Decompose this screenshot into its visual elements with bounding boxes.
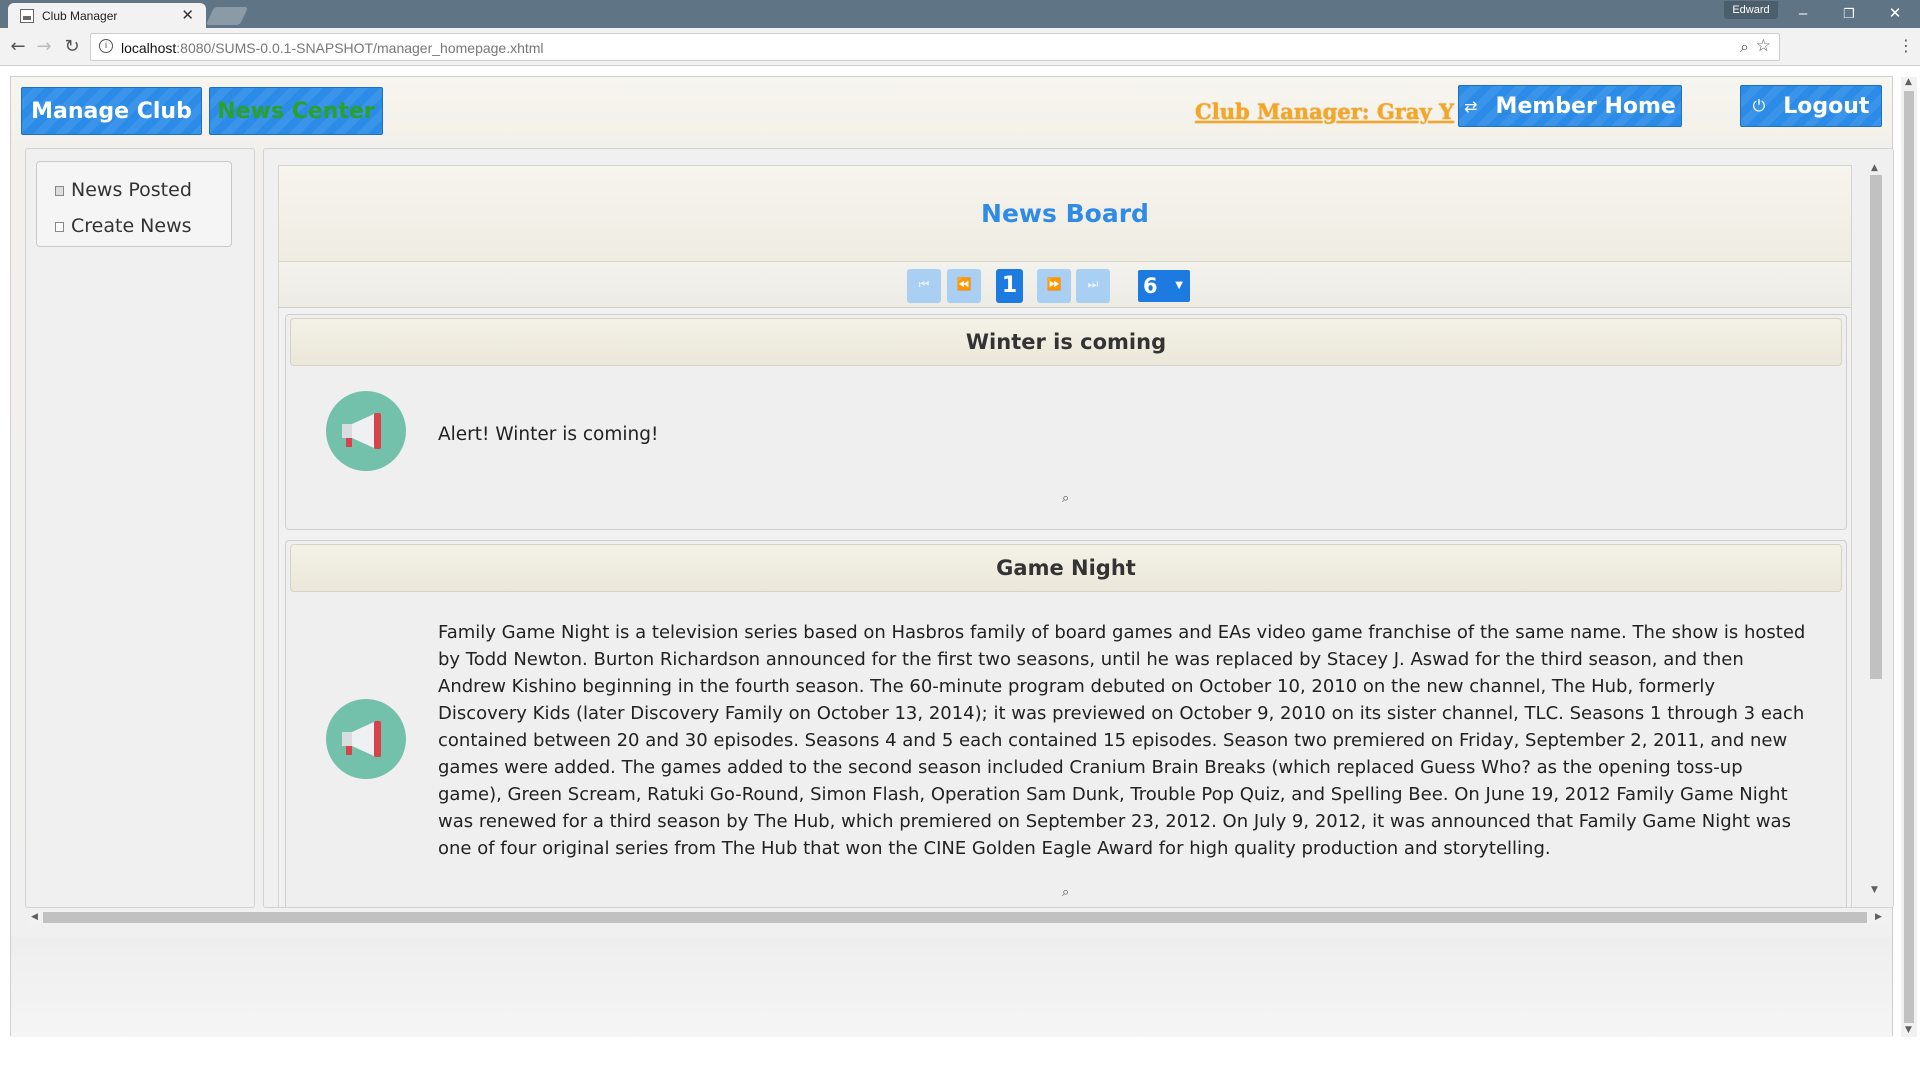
scroll-down-icon[interactable]: ▼ [1871, 885, 1878, 895]
news-center-button[interactable]: News Center [209, 87, 383, 135]
logout-button[interactable]: ⏻ Logout [1740, 85, 1882, 127]
content-scrollbar[interactable]: ▲ ▼ [1867, 163, 1883, 897]
browser-toolbar: ← → ↻ i localhost:8080/SUMS-0.0.1-SNAPSH… [0, 28, 1920, 66]
news-item: Game Night Family Game Night is a televi… [285, 540, 1847, 907]
news-board: News Board ⏮ ⏪ 1 ⏩ ⏭ 6 ▼ Winter is comin… [278, 165, 1852, 907]
window-close-button[interactable]: ✕ [1872, 4, 1918, 24]
chevron-down-icon: ▼ [1175, 280, 1183, 291]
scrollbar-thumb[interactable] [43, 912, 1867, 923]
browser-titlebar: Club Manager ✕ Edward – ❐ ✕ [0, 0, 1920, 29]
news-item-title: Winter is coming [290, 318, 1842, 366]
manage-club-button[interactable]: Manage Club [21, 87, 202, 135]
kebab-menu-icon[interactable]: ⋮ [1898, 36, 1914, 55]
sidebar-panel: News Posted Create News [25, 148, 255, 908]
sidebar-item-label: Create News [71, 215, 192, 237]
news-item-body: Family Game Night is a television series… [438, 622, 1806, 859]
news-item-body: Alert! Winter is coming! [438, 424, 659, 445]
favicon-icon [20, 9, 34, 23]
next-page-icon[interactable]: ⏩ [1037, 269, 1071, 303]
restore-button[interactable]: ❐ [1826, 4, 1872, 24]
new-tab-button[interactable] [205, 7, 249, 25]
info-icon[interactable]: i [99, 39, 113, 53]
news-board-title: News Board [279, 166, 1851, 262]
sidebar-item-label: News Posted [71, 179, 192, 201]
reload-icon[interactable]: ↻ [60, 35, 84, 59]
megaphone-icon [326, 391, 406, 471]
sidebar-item-news-posted[interactable]: News Posted [37, 172, 231, 208]
prev-page-icon[interactable]: ⏪ [947, 269, 981, 303]
scroll-left-icon[interactable]: ◀ [31, 912, 38, 922]
club-manager-link[interactable]: Club Manager: Gray Y [1195, 99, 1454, 124]
address-bar[interactable]: i localhost:8080/SUMS-0.0.1-SNAPSHOT/man… [90, 33, 1780, 61]
scrollbar-thumb[interactable] [1904, 91, 1914, 1023]
tab-close-icon[interactable]: ✕ [181, 6, 194, 24]
menu-bullet-icon [55, 186, 64, 196]
power-icon: ⏻ [1752, 96, 1766, 115]
page-viewport: Manage Club News Center Club Manager: Gr… [0, 67, 1920, 1080]
rows-per-page-value: 6 [1143, 274, 1158, 298]
browser-tab[interactable]: Club Manager ✕ [8, 3, 206, 29]
first-page-icon[interactable]: ⏮ [907, 269, 941, 303]
rows-per-page-select[interactable]: 6 ▼ [1138, 270, 1190, 302]
paginator: ⏮ ⏪ 1 ⏩ ⏭ 6 ▼ [279, 262, 1851, 308]
page-footer [11, 937, 1892, 1037]
tab-title: Club Manager [42, 9, 118, 23]
bookmark-star-icon[interactable]: ☆ [1756, 36, 1771, 56]
member-home-button[interactable]: ⇄ Member Home [1458, 85, 1682, 127]
scroll-down-icon[interactable]: ▼ [1905, 1025, 1912, 1035]
page-container: Manage Club News Center Club Manager: Gr… [10, 76, 1894, 1037]
magnifier-icon[interactable]: ⌕ [1062, 491, 1069, 506]
horizontal-scrollbar[interactable]: ◀ ▶ [29, 909, 1887, 925]
sidebar-menu: News Posted Create News [36, 161, 232, 247]
forward-arrow-icon[interactable]: → [32, 35, 56, 59]
back-arrow-icon[interactable]: ← [6, 35, 30, 59]
magnifier-icon[interactable]: ⌕ [1062, 885, 1069, 900]
scroll-up-icon[interactable]: ▲ [1905, 77, 1912, 87]
scroll-right-icon[interactable]: ▶ [1875, 912, 1882, 922]
swap-arrows-icon: ⇄ [1464, 96, 1478, 116]
page-scrollbar[interactable]: ▲ ▼ [1901, 77, 1917, 1037]
minimize-button[interactable]: – [1780, 4, 1826, 24]
logout-label: Logout [1783, 93, 1870, 119]
zoom-icon[interactable]: ⌕ [1740, 37, 1749, 57]
menu-bullet-icon [55, 222, 64, 232]
current-page-button[interactable]: 1 [996, 269, 1023, 303]
news-item-title: Game Night [290, 544, 1842, 592]
scrollbar-thumb[interactable] [1870, 175, 1882, 679]
content-panel: News Board ⏮ ⏪ 1 ⏩ ⏭ 6 ▼ Winter is comin… [263, 148, 1894, 908]
scroll-up-icon[interactable]: ▲ [1871, 163, 1878, 173]
profile-badge[interactable]: Edward [1724, 1, 1778, 19]
megaphone-icon [326, 699, 406, 779]
last-page-icon[interactable]: ⏭ [1076, 269, 1110, 303]
sidebar-item-create-news[interactable]: Create News [37, 208, 231, 244]
news-item: Winter is coming Alert! Winter is coming… [285, 314, 1847, 530]
member-home-label: Member Home [1495, 93, 1676, 119]
url-text[interactable]: localhost:8080/SUMS-0.0.1-SNAPSHOT/manag… [121, 40, 544, 56]
